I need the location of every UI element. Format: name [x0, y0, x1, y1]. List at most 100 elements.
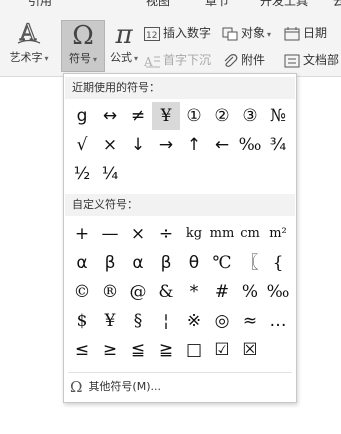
symbol-cell[interactable]: ¾	[264, 131, 292, 159]
symbol-cell[interactable]: %	[236, 278, 264, 306]
date-label: 日期	[303, 26, 328, 40]
symbol-cell[interactable]: ≈	[236, 307, 264, 335]
insert-number-button[interactable]: 12 插入数字	[144, 24, 211, 42]
symbol-cell[interactable]: ÷	[152, 220, 180, 248]
dropdown-arrow-icon: ▾	[267, 30, 272, 39]
symbol-cell[interactable]: ×	[96, 131, 124, 159]
date-button[interactable]: 日期	[284, 24, 327, 42]
object-label: 对象	[241, 26, 266, 40]
text-part-label: 文档部	[303, 53, 340, 67]
symbol-cell[interactable]: #	[208, 278, 236, 306]
symbol-cell[interactable]: &	[152, 278, 180, 306]
symbol-cell[interactable]: ②	[208, 102, 236, 130]
symbol-cell[interactable]: ¼	[96, 160, 124, 188]
symbol-cell[interactable]: cm	[236, 220, 264, 248]
dropdown-arrow-icon: ▾	[92, 55, 97, 64]
symbol-cell[interactable]: √	[68, 131, 96, 159]
symbol-cell[interactable]: +	[68, 220, 96, 248]
number-icon: 12	[144, 26, 160, 41]
symbol-cell[interactable]: ¥	[152, 102, 180, 130]
more-symbols-label: 其他符号(M)...	[88, 380, 162, 393]
symbol-cell[interactable]: ‰	[264, 278, 292, 306]
symbol-cell[interactable]: @	[124, 278, 152, 306]
symbol-cell[interactable]: α	[68, 249, 96, 277]
symbol-cell[interactable]: ↓	[124, 131, 152, 159]
symbol-cell[interactable]: g	[68, 102, 96, 130]
symbol-cell[interactable]: ③	[236, 102, 264, 130]
symbol-cell[interactable]: □	[180, 336, 208, 364]
symbol-cell[interactable]: ①	[180, 102, 208, 130]
symbol-cell[interactable]: β	[96, 249, 124, 277]
symbol-cell[interactable]: *	[180, 278, 208, 306]
symbol-cell[interactable]: $	[68, 307, 96, 335]
symbol-cell[interactable]: ©	[68, 278, 96, 306]
symbol-cell[interactable]: ≧	[152, 336, 180, 364]
symbol-cell[interactable]: ≦	[124, 336, 152, 364]
symbol-cell[interactable]: β	[152, 249, 180, 277]
symbol-cell[interactable]: —	[96, 220, 124, 248]
symbol-cell[interactable]: ※	[180, 307, 208, 335]
symbol-cell[interactable]: ☒	[236, 336, 264, 364]
symbol-cell[interactable]: ≥	[96, 336, 124, 364]
object-button[interactable]: 对象 ▾	[222, 24, 271, 42]
drop-cap-button[interactable]: A 首字下沉	[143, 51, 212, 69]
symbol-cell[interactable]: kg	[180, 220, 208, 248]
recent-symbols-grid: g ↔ ≠ ¥ ① ② ③ № √ × ↓ → ↑ ← ‰ ¾ ½ ¼	[68, 102, 292, 186]
symbol-cell[interactable]: №	[264, 102, 292, 130]
recent-symbols-header: 近期使用的符号：	[65, 77, 295, 99]
symbol-cell[interactable]: →	[152, 131, 180, 159]
dropdown-arrow-icon: ▾	[133, 54, 138, 63]
ribbon-toolbar: 引用 视图 章节 开发工具 云 A 艺术字 ▾ Ω 符号 ▾ π 公式 ▾ 12 插入数…	[0, 0, 341, 77]
drop-cap-label: 首字下沉	[163, 53, 212, 67]
symbol-cell[interactable]: ¦	[152, 307, 180, 335]
symbol-dropdown-panel: 近期使用的符号： g ↔ ≠ ¥ ① ② ③ № √ × ↓ → ↑ ← ‰ ¾ ½ ¼ 自定义符号： + — × ÷ k…	[63, 73, 297, 403]
object-icon	[222, 27, 238, 41]
symbol-cell[interactable]: ×	[124, 220, 152, 248]
svg-text:12: 12	[146, 31, 157, 41]
drop-cap-icon: A	[143, 54, 160, 69]
symbol-cell[interactable]: m²	[264, 220, 292, 248]
divider	[68, 372, 292, 373]
custom-symbols-grid: + — × ÷ kg mm cm m² α β α β θ ℃ 〖{© ® @ & * #% ‰ $ ¥ § ¦ ※ ◎ ≈… ≤ ≥ ≦ ≧…	[68, 220, 292, 365]
svg-text:A: A	[144, 55, 153, 68]
attachment-button[interactable]: 附件	[222, 51, 265, 69]
symbol-cell[interactable]: ≠	[124, 102, 152, 130]
dropdown-arrow-icon: ▾	[44, 54, 49, 63]
symbol-cell[interactable]: α	[124, 249, 152, 277]
art-text-label: 艺术字	[9, 51, 43, 64]
tab-developer[interactable]: 开发工具	[260, 0, 308, 9]
formula-button[interactable]: π 公式 ▾	[106, 20, 142, 72]
symbol-cell[interactable]: {	[264, 249, 292, 277]
formula-label: 公式	[109, 51, 132, 64]
symbol-cell[interactable]: ‰	[236, 131, 264, 159]
omega-icon: Ω	[72, 21, 94, 51]
symbol-cell[interactable]: …	[264, 307, 292, 335]
symbol-cell[interactable]: ←	[208, 131, 236, 159]
symbol-label: 符号	[68, 52, 91, 65]
symbol-cell[interactable]: ®	[96, 278, 124, 306]
text-part-button[interactable]: 文档部	[284, 51, 339, 69]
symbol-cell[interactable]: ↑	[180, 131, 208, 159]
tab-chapter[interactable]: 章节	[205, 0, 229, 9]
symbol-cell[interactable]: ☑	[208, 336, 236, 364]
tab-view[interactable]: 视图	[146, 0, 170, 9]
symbol-cell[interactable]: ≤	[68, 336, 96, 364]
omega-icon: Ω	[70, 378, 83, 396]
symbol-cell[interactable]: ℃	[208, 249, 236, 277]
symbol-button[interactable]: Ω 符号 ▾	[61, 20, 105, 72]
more-symbols-button[interactable]: Ω 其他符号(M)...	[70, 376, 161, 398]
symbol-cell[interactable]: ◎	[208, 307, 236, 335]
symbol-cell[interactable]: mm	[208, 220, 236, 248]
symbol-cell[interactable]: ½	[68, 160, 96, 188]
tab-cloud[interactable]: 云	[333, 0, 341, 9]
insert-number-label: 插入数字	[163, 26, 212, 40]
art-text-button[interactable]: A 艺术字 ▾	[2, 20, 56, 72]
symbol-cell[interactable]: θ	[180, 249, 208, 277]
tab-references[interactable]: 引用	[28, 0, 52, 9]
symbol-cell[interactable]: ↔	[96, 102, 124, 130]
symbol-cell[interactable]: 〖	[236, 249, 264, 277]
symbol-cell[interactable]: §	[124, 307, 152, 335]
document-part-icon	[284, 54, 300, 68]
art-text-icon: A	[2, 20, 56, 50]
symbol-cell[interactable]: ¥	[96, 307, 124, 335]
